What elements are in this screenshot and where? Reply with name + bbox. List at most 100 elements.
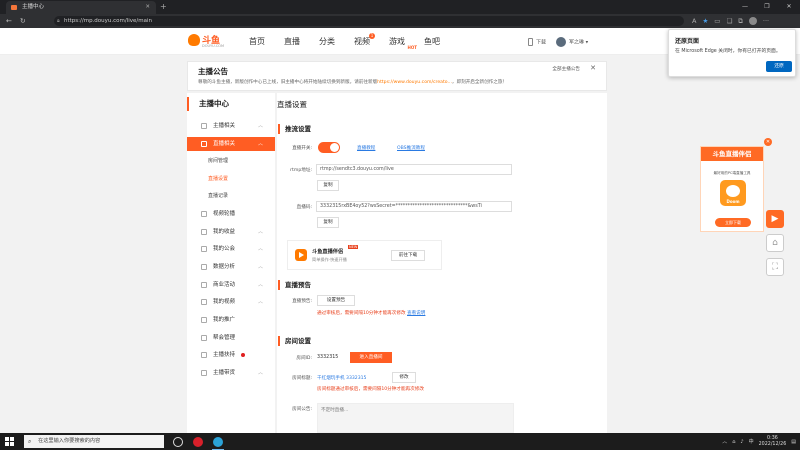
nav-game[interactable]: 游戏 HOT <box>389 28 417 55</box>
toast-title: 还原页面 <box>675 38 700 45</box>
sidebar-item-streamer[interactable]: 主播相关 ︿ <box>187 119 275 133</box>
nav-yuba[interactable]: 鱼吧 <box>424 28 440 55</box>
close-icon[interactable]: ✕ <box>590 64 596 72</box>
sidebar-item-promotion[interactable]: 我的推广 <box>187 313 275 327</box>
extensions-icon[interactable]: ⧉ <box>738 14 743 28</box>
widget-logo-text: Doom <box>726 199 740 204</box>
companion-widget: 斗鱼直播伴侣 最好用的PC端直播工具 Doom 立即下载 <box>700 146 764 232</box>
sidebar-item-label: 我的公会 <box>213 246 236 252</box>
sidebar-title: 主播中心 <box>187 97 275 111</box>
preview-warning-text: 通过审核后，需要间隔10分钟才能再次修改 <box>317 311 406 316</box>
live-switch-toggle[interactable] <box>318 142 340 153</box>
sidebar-sub-live-records[interactable]: 直播记录 <box>187 189 275 203</box>
widget-close-icon[interactable]: ✕ <box>764 138 772 146</box>
more-icon[interactable]: ··· <box>763 14 769 28</box>
download-link[interactable]: 下载 <box>528 37 546 46</box>
douyu-favicon-icon <box>11 5 17 10</box>
profile-avatar[interactable] <box>748 17 757 25</box>
enter-room-button[interactable]: 进入直播间 <box>350 352 392 363</box>
live-tutorial-link[interactable]: 直播教程 <box>357 145 375 151</box>
douyu-logo[interactable]: 斗鱼 DOUYU.COM <box>188 32 226 50</box>
sidebar-sub-live-settings[interactable]: 直播设置 <box>187 172 275 186</box>
netease-music-icon[interactable] <box>188 433 208 450</box>
notification-icon[interactable]: ▤ <box>791 439 796 445</box>
sidebar-item-income[interactable]: 我的收益 ︿ <box>187 225 275 239</box>
sidebar-item-business[interactable]: 商业活动 ︿ <box>187 278 275 292</box>
creator-center-link[interactable]: https://www.douyu.com/creato... <box>377 80 452 85</box>
tray-chevron-icon[interactable]: ︿ <box>722 438 727 445</box>
chart-icon <box>201 264 207 270</box>
room-notice-textarea[interactable]: 不定时直播... <box>317 403 514 433</box>
phone-icon <box>528 37 533 46</box>
star-icon[interactable]: ★ <box>702 14 708 28</box>
close-window-button[interactable]: ✕ <box>778 0 800 14</box>
promo-name: 斗鱼直播伴侣 <box>312 249 344 255</box>
taskbar-search[interactable]: ⌕ 在这里输入你要搜索的内容 <box>24 435 164 448</box>
edge-icon[interactable] <box>208 433 228 450</box>
sidebar-item-live[interactable]: 直播相关 ︿ <box>187 137 275 151</box>
sidebar-sub-room-manage[interactable]: 房间管理 <box>187 154 275 168</box>
nav-category[interactable]: 分类 <box>319 28 335 55</box>
new-tab-button[interactable]: + <box>160 1 167 13</box>
task-view-icon[interactable] <box>168 433 188 450</box>
tv-icon <box>201 141 207 147</box>
nav-home[interactable]: 首页 <box>249 28 265 55</box>
minimize-button[interactable]: — <box>734 0 756 14</box>
sidebar-item-gang[interactable]: 帮会管理 <box>187 331 275 345</box>
copy-rtmp-button[interactable]: 复制 <box>317 180 339 191</box>
widget-download-button[interactable]: 立即下载 <box>715 218 751 227</box>
nav-label: 首页 <box>249 37 265 46</box>
user-menu[interactable]: 军之琳 ▾ <box>556 36 588 47</box>
all-announcements-link[interactable]: 全部主播公告 <box>552 66 580 72</box>
chevron-up-icon: ︿ <box>257 370 263 376</box>
section-live-preview: 直播预告 <box>278 280 311 290</box>
sidebar-item-video-carousel[interactable]: 视频轮播 <box>187 207 275 221</box>
read-aloud-icon[interactable]: A <box>692 14 696 28</box>
collections-icon[interactable]: ❏ <box>726 14 732 28</box>
set-preview-button[interactable]: 设置预告 <box>317 295 355 306</box>
home-fab-icon[interactable]: ⌂ <box>766 234 784 252</box>
rtmp-address-field[interactable]: rtmp://sendtc3.douyu.com/live <box>316 164 512 175</box>
promo-desc: 简单操作·快速开播 <box>312 257 347 262</box>
refresh-icon[interactable]: ↻ <box>20 14 26 28</box>
clock[interactable]: 0:36 2022/12/26 <box>759 436 787 448</box>
sidebar-item-analytics[interactable]: 数据分析 ︿ <box>187 260 275 274</box>
companion-promo-card: 斗鱼直播伴侣 NEW 简单操作·快速开播 前往下载 <box>287 240 442 270</box>
widget-desc: 最好用的PC端直播工具 <box>713 171 751 175</box>
obs-tutorial-link[interactable]: OBS推流教程 <box>397 145 425 151</box>
logo-subtext: DOUYU.COM <box>202 44 225 48</box>
sidebar-item-commerce[interactable]: 主播带货 ︿ <box>187 366 275 380</box>
nav-live[interactable]: 直播 <box>284 28 300 55</box>
restore-pages-notification: 还原页面 在 Microsoft Edge 关闭时，你有已打开的页面。 还原 <box>668 29 796 77</box>
tab-close-icon[interactable]: ✕ <box>145 1 150 14</box>
sidebar-item-guild[interactable]: 我的公会 ︿ <box>187 242 275 256</box>
go-download-button[interactable]: 前往下载 <box>391 250 425 261</box>
network-icon[interactable]: ⌂ <box>732 439 735 445</box>
ime-indicator[interactable]: 中 <box>749 438 754 445</box>
view-notes-link[interactable]: 查看说明 <box>407 311 425 316</box>
sidebar-item-label: 我的收益 <box>213 229 236 235</box>
maximize-button[interactable]: ❐ <box>756 0 778 14</box>
windows-start-icon[interactable] <box>5 437 14 446</box>
restore-button[interactable]: 还原 <box>766 61 792 72</box>
room-id-value: 3332315 <box>317 355 339 360</box>
nav-video[interactable]: 视频 1 <box>354 28 375 55</box>
clock-date: 2022/12/26 <box>758 441 787 447</box>
expand-fab-icon[interactable]: ⛶ <box>766 258 784 276</box>
live-switch-label: 直播开关: <box>292 146 312 151</box>
briefcase-icon <box>201 282 207 288</box>
split-screen-icon[interactable]: ▭ <box>714 14 720 28</box>
copy-code-button[interactable]: 复制 <box>317 217 339 228</box>
nav-label: 游戏 <box>389 37 405 46</box>
nav-label: 直播 <box>284 37 300 46</box>
browser-tab[interactable]: 主播中心 ✕ <box>6 1 156 14</box>
play-fab-icon[interactable]: ▶ <box>766 210 784 228</box>
address-bar-row: ← ↻ 🔒︎ https://mp.douyu.com/live/main A … <box>0 14 800 28</box>
sidebar-item-support[interactable]: 主播扶持 <box>187 348 275 362</box>
modify-title-button[interactable]: 修改 <box>392 372 416 383</box>
sidebar-item-my-videos[interactable]: 我的视频 ︿ <box>187 295 275 309</box>
volume-icon[interactable]: ♪ <box>740 439 743 445</box>
url-field[interactable]: 🔒︎ https://mp.douyu.com/live/main <box>54 16 684 26</box>
back-icon[interactable]: ← <box>6 14 12 28</box>
stream-code-field[interactable]: 3332315rxBE4oy52?wsSecret=**************… <box>316 201 512 212</box>
